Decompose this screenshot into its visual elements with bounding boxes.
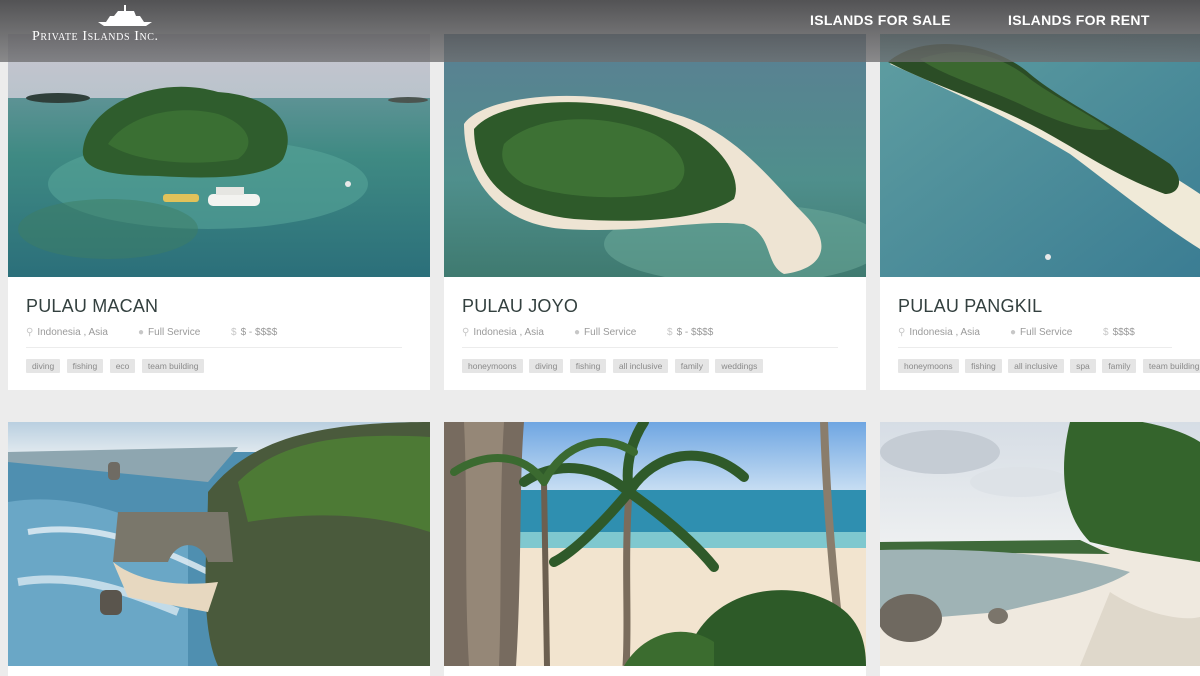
tag[interactable]: team building — [1142, 359, 1200, 373]
listing-service: Full Service — [584, 327, 637, 338]
tag[interactable]: weddings — [715, 359, 764, 373]
tag[interactable]: fishing — [965, 359, 1002, 373]
person-icon: ● — [1010, 327, 1017, 338]
tag[interactable]: honeymoons — [462, 359, 523, 373]
listing-photo[interactable] — [8, 422, 430, 666]
listing-card[interactable]: PULAU MACAN ⚲ Indonesia , Asia ● Full Serv… — [8, 34, 430, 390]
tag[interactable]: spa — [1070, 359, 1096, 373]
nav-islands-for-rent[interactable]: ISLANDS FOR RENT — [1008, 12, 1150, 28]
listing-card[interactable] — [8, 422, 430, 676]
listing-price: $ - $$$$ — [240, 327, 278, 338]
listing-photo[interactable] — [8, 34, 430, 277]
listing-photo[interactable] — [444, 34, 866, 277]
tag[interactable]: team building — [141, 359, 205, 373]
tag[interactable]: honeymoons — [898, 359, 959, 373]
tag[interactable]: diving — [26, 359, 61, 373]
tag[interactable]: all inclusive — [1008, 359, 1064, 373]
listing-location: Indonesia , Asia — [473, 327, 544, 338]
listing-meta: ⚲ Indonesia , Asia ● Full Service $ $ - $$$… — [26, 327, 420, 343]
location-pin-icon: ⚲ — [462, 327, 470, 338]
divider — [898, 347, 1172, 348]
tag[interactable]: family — [674, 359, 709, 373]
listing-card[interactable]: PULAU JOYO ⚲ Indonesia , Asia ● Full Servi… — [444, 34, 866, 390]
person-icon: ● — [574, 327, 581, 338]
listing-location: Indonesia , Asia — [909, 327, 980, 338]
location-pin-icon: ⚲ — [26, 327, 34, 338]
listing-info: PULAU JOYO ⚲ Indonesia , Asia ● Full Servi… — [462, 296, 856, 374]
divider — [26, 347, 402, 348]
nav-islands-for-sale[interactable]: ISLANDS FOR SALE — [810, 12, 951, 28]
listing-title[interactable]: PULAU MACAN — [26, 296, 420, 317]
tag[interactable]: family — [1102, 359, 1137, 373]
person-icon: ● — [138, 327, 145, 338]
tag[interactable]: eco — [109, 359, 136, 373]
tag[interactable]: fishing — [569, 359, 607, 373]
listing-info: PULAU PANGKIL ⚲ Indonesia , Asia ● Full Se… — [898, 296, 1200, 374]
divider — [462, 347, 838, 348]
listings-page: Private Islands Inc. ISLANDS FOR SALE IS… — [0, 0, 1200, 676]
listing-photo[interactable] — [444, 422, 866, 666]
listing-service: Full Service — [1020, 327, 1073, 338]
site-header: Private Islands Inc. ISLANDS FOR SALE IS… — [0, 0, 1200, 62]
listing-photo[interactable] — [880, 34, 1200, 277]
price-icon: $ — [231, 327, 237, 338]
listing-card[interactable] — [880, 422, 1200, 676]
listing-card[interactable]: PULAU PANGKIL ⚲ Indonesia , Asia ● Full Se… — [880, 34, 1200, 390]
price-icon: $ — [667, 327, 673, 338]
location-pin-icon: ⚲ — [898, 327, 906, 338]
listing-location: Indonesia , Asia — [37, 327, 108, 338]
logo-text: Private Islands Inc. — [32, 29, 159, 44]
listing-service: Full Service — [148, 327, 201, 338]
tag[interactable]: diving — [529, 359, 564, 373]
price-icon: $ — [1103, 327, 1109, 338]
tag-list: honeymoons diving fishing all inclusive … — [462, 356, 856, 374]
listing-meta: ⚲ Indonesia , Asia ● Full Service $ $$$$ — [898, 327, 1190, 343]
listing-price: $ - $$$$ — [676, 327, 714, 338]
yacht-icon — [98, 5, 152, 26]
brand-logo[interactable]: Private Islands Inc. — [30, 4, 210, 54]
tag[interactable]: fishing — [66, 359, 104, 373]
listing-info: PULAU MACAN ⚲ Indonesia , Asia ● Full Serv… — [26, 296, 420, 374]
tag-list: honeymoons fishing all inclusive spa fam… — [898, 356, 1200, 374]
listing-title[interactable]: PULAU JOYO — [462, 296, 856, 317]
listing-title[interactable]: PULAU PANGKIL — [898, 296, 1190, 317]
tag[interactable]: all inclusive — [612, 359, 669, 373]
tag-list: diving fishing eco team building — [26, 356, 420, 374]
listing-meta: ⚲ Indonesia , Asia ● Full Service $ $ - $$$… — [462, 327, 856, 343]
listing-card[interactable] — [444, 422, 866, 676]
listing-photo[interactable] — [880, 422, 1200, 666]
listing-price: $$$$ — [1112, 327, 1135, 338]
